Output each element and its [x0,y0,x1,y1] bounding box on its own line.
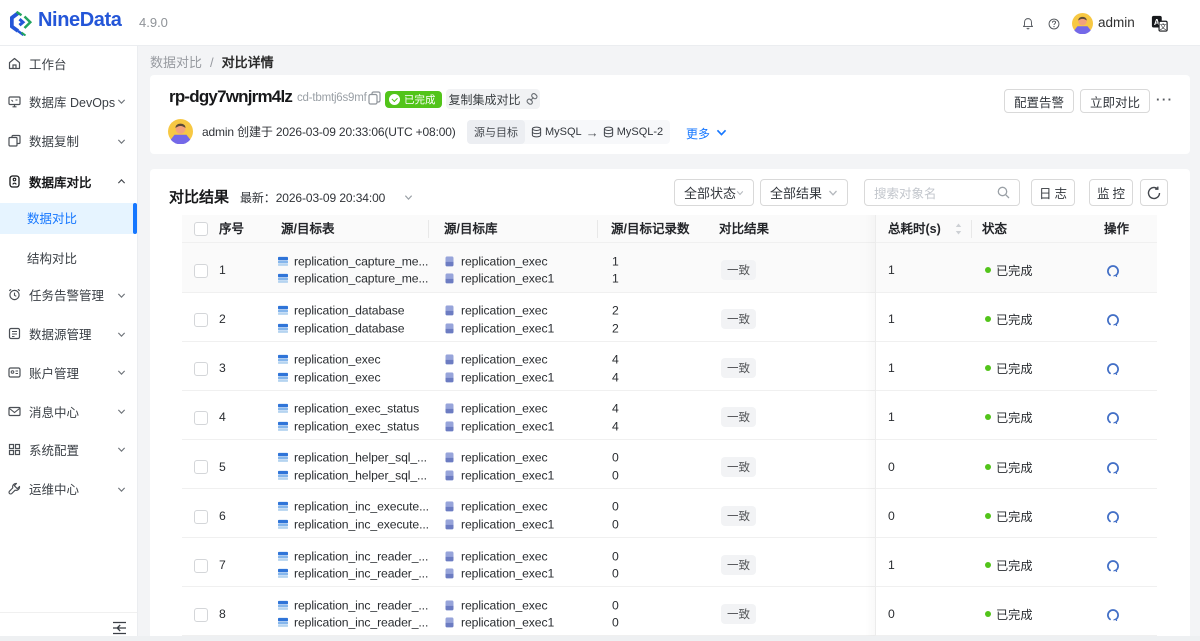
svg-text:文: 文 [1160,22,1167,31]
